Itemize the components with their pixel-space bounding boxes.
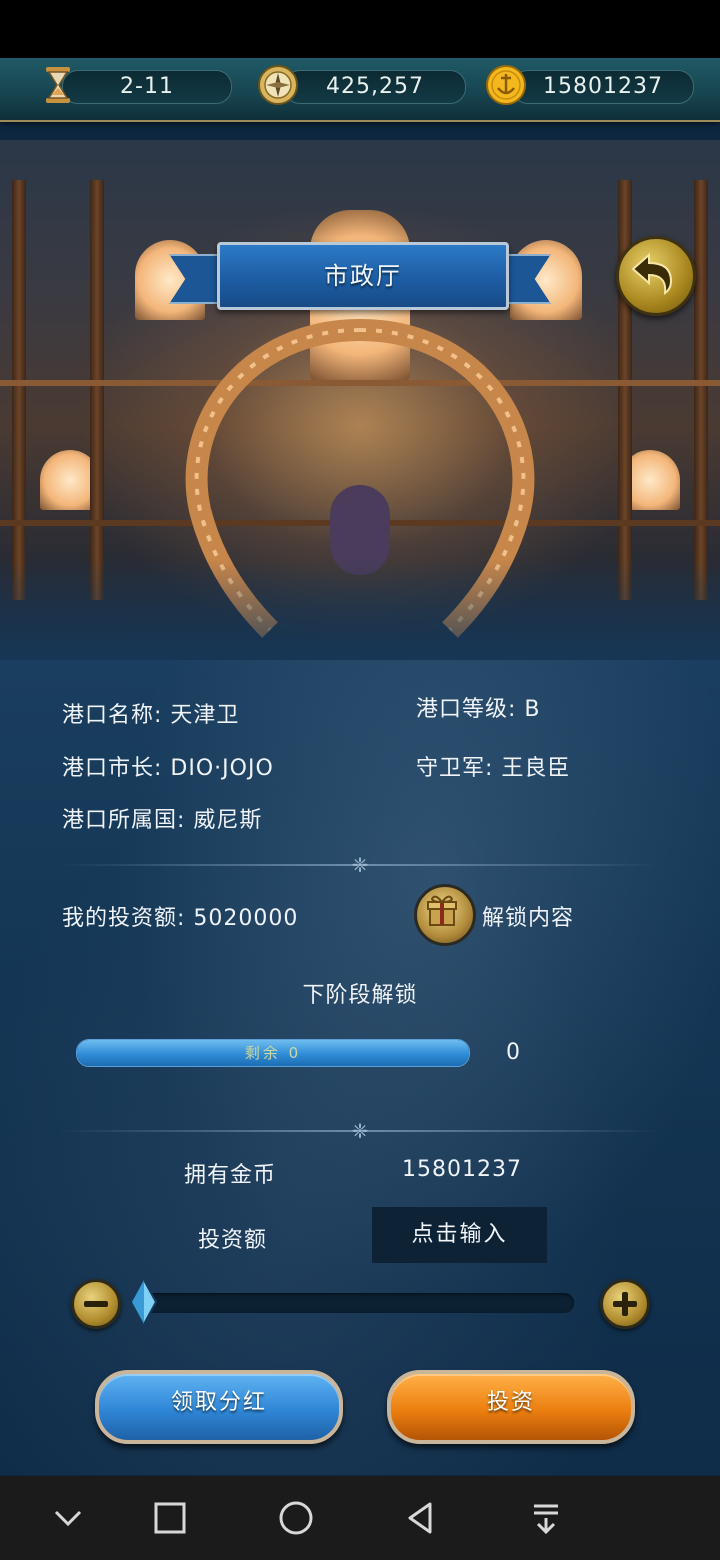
owned-gold-label: 拥有金币: [184, 1163, 277, 1188]
compass-value: 425,257: [326, 74, 424, 99]
port-name-row: 港口名称: 天津卫: [62, 697, 239, 729]
plus-icon: [613, 1292, 637, 1316]
port-level-value: B: [524, 697, 541, 722]
section-divider: ❈: [60, 853, 660, 877]
circle-icon[interactable]: [274, 1496, 318, 1540]
my-investment-label: 我的投资额:: [62, 906, 186, 931]
unlock-content-button[interactable]: [414, 884, 476, 946]
minus-icon: [84, 1301, 108, 1307]
scene-pillar: [694, 180, 708, 600]
port-level-label: 港口等级:: [416, 697, 517, 722]
square-icon[interactable]: [148, 1496, 192, 1540]
my-investment-row: 我的投资额: 5020000: [62, 900, 298, 932]
owned-gold-value: 15801237: [402, 1157, 522, 1182]
invest-label: 投资: [486, 1390, 535, 1415]
remaining-value: 0: [288, 1044, 302, 1062]
page-title: 市政厅: [324, 262, 402, 290]
port-nation-row: 港口所属国: 威尼斯: [62, 802, 262, 834]
scene-pillar: [12, 180, 26, 600]
garrison-value: 王良臣: [501, 756, 571, 781]
divider-ornament-icon: ❈: [351, 853, 369, 877]
divider-ornament-icon: ❈: [351, 1119, 369, 1143]
scene-pillar: [90, 180, 104, 600]
chevron-down-icon[interactable]: [46, 1496, 90, 1540]
port-mayor-value: DIO·JOJO: [170, 756, 274, 781]
garrison-row: 守卫军: 王良臣: [416, 750, 570, 782]
port-nation-value: 威尼斯: [193, 808, 263, 833]
title-banner: 市政厅: [165, 240, 555, 320]
port-mayor-label: 港口市长:: [62, 756, 163, 781]
progress-side-value: 0: [506, 1040, 521, 1065]
unlock-content-label[interactable]: 解锁内容: [482, 900, 574, 932]
system-nav-bar: [0, 1476, 720, 1560]
status-bar: [0, 0, 720, 58]
compass-icon: [258, 65, 298, 105]
port-name-value: 天津卫: [170, 703, 240, 728]
port-name-label: 港口名称:: [62, 703, 163, 728]
claim-dividend-label: 领取分红: [170, 1390, 267, 1415]
garrison-label: 守卫军:: [416, 756, 494, 781]
stage-pill: 2-11: [62, 70, 232, 104]
download-icon[interactable]: [524, 1496, 568, 1540]
gift-icon: [427, 895, 457, 926]
section-divider: ❈: [60, 1119, 660, 1143]
slider-thumb[interactable]: [130, 1278, 158, 1326]
my-investment-value: 5020000: [193, 906, 299, 931]
claim-dividend-button[interactable]: 领取分红: [95, 1370, 343, 1444]
gold-value: 15801237: [543, 74, 663, 99]
progress-label: 剩余 0: [77, 1040, 469, 1066]
resource-bar: 2-11 425,257 15801237: [0, 58, 720, 122]
triangle-back-icon[interactable]: [398, 1496, 442, 1540]
hourglass-icon: [46, 67, 70, 103]
port-mayor-row: 港口市长: DIO·JOJO: [62, 750, 274, 782]
increase-button[interactable]: [600, 1279, 650, 1329]
unlock-progress-bar: 剩余 0: [76, 1039, 470, 1067]
investment-slider[interactable]: [140, 1293, 574, 1313]
compass-pill: 425,257: [284, 70, 466, 104]
anchor-coin-icon: [486, 65, 526, 105]
back-arrow-icon: [631, 252, 673, 296]
decrease-button[interactable]: [71, 1279, 121, 1329]
next-stage-label: 下阶段解锁: [302, 983, 418, 1008]
gold-pill: 15801237: [512, 70, 694, 104]
port-level-row: 港口等级: B: [416, 691, 541, 723]
remaining-label: 剩余: [244, 1044, 281, 1062]
port-nation-label: 港口所属国:: [62, 808, 186, 833]
back-button[interactable]: [616, 236, 696, 316]
investment-amount-input[interactable]: 点击输入: [372, 1207, 547, 1263]
info-panel: [0, 660, 720, 1475]
invest-button[interactable]: 投资: [387, 1370, 635, 1444]
investment-amount-label: 投资额: [198, 1228, 268, 1253]
stage-value: 2-11: [120, 74, 174, 99]
